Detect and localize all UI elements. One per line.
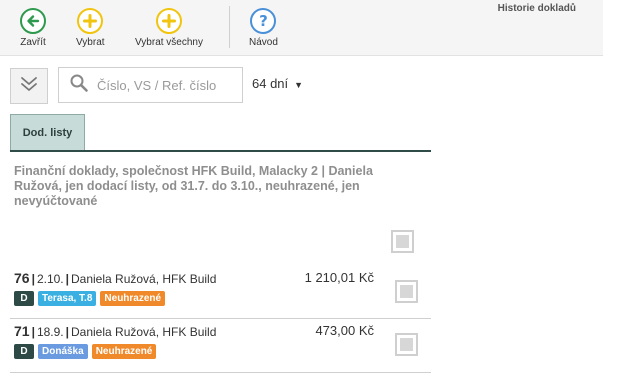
double-chevron-down-icon bbox=[20, 75, 38, 98]
days-select-value: 64 dní bbox=[252, 76, 289, 91]
select-all-button[interactable]: Vybrat všechny bbox=[135, 8, 203, 48]
select-all-checkbox[interactable] bbox=[391, 230, 414, 253]
toolbar: Zavřít Vybrat Vybrat všechny ? Návod His… bbox=[0, 0, 603, 56]
tab-underline bbox=[10, 150, 431, 152]
question-icon: ? bbox=[250, 8, 277, 34]
row-divider bbox=[10, 372, 431, 373]
separator: | bbox=[31, 272, 35, 286]
tag-badge: Terasa, T.8 bbox=[38, 291, 97, 306]
search-box[interactable] bbox=[58, 67, 243, 103]
document-party: Daniela Ružová, HFK Build bbox=[71, 325, 217, 339]
collapse-filter-button[interactable] bbox=[10, 68, 48, 104]
type-badge: D bbox=[14, 344, 34, 359]
filter-description: Finanční doklady, společnost HFK Build, … bbox=[14, 164, 373, 208]
select-label: Vybrat bbox=[76, 37, 105, 48]
row-divider bbox=[10, 318, 431, 319]
document-number: 76 bbox=[14, 270, 30, 286]
separator: | bbox=[31, 325, 35, 339]
status-badge: Neuhrazené bbox=[91, 344, 157, 359]
close-button[interactable]: Zavřít bbox=[20, 8, 46, 48]
plus-icon bbox=[77, 8, 104, 34]
separator: | bbox=[65, 325, 69, 339]
search-input[interactable] bbox=[97, 77, 232, 93]
search-icon bbox=[69, 73, 89, 98]
toolbar-divider bbox=[229, 6, 230, 48]
row-checkbox[interactable] bbox=[395, 333, 418, 356]
help-button[interactable]: ? Návod bbox=[249, 8, 278, 48]
document-number: 71 bbox=[14, 323, 30, 339]
days-select[interactable]: 64 dní ▼ bbox=[252, 76, 303, 91]
plus-icon bbox=[156, 8, 182, 34]
document-amount: 473,00 Kč bbox=[315, 323, 374, 338]
document-date: 2.10. bbox=[36, 272, 64, 286]
status-badge: Neuhrazené bbox=[100, 291, 166, 306]
arrow-left-icon bbox=[20, 8, 46, 34]
select-all-label: Vybrat všechny bbox=[135, 37, 203, 48]
history-title[interactable]: Historie dokladů bbox=[498, 3, 576, 14]
select-button[interactable]: Vybrat bbox=[76, 8, 105, 48]
document-date: 18.9. bbox=[36, 325, 64, 339]
help-label: Návod bbox=[249, 37, 278, 48]
type-badge: D bbox=[14, 291, 34, 306]
document-party: Daniela Ružová, HFK Build bbox=[71, 272, 217, 286]
row-checkbox[interactable] bbox=[395, 280, 418, 303]
tag-badge: Donáška bbox=[38, 344, 88, 359]
tab-delivery-notes[interactable]: Dod. listy bbox=[10, 114, 85, 151]
document-amount: 1 210,01 Kč bbox=[304, 270, 374, 285]
separator: | bbox=[65, 272, 69, 286]
close-label: Zavřít bbox=[20, 37, 46, 48]
caret-down-icon: ▼ bbox=[294, 80, 304, 90]
